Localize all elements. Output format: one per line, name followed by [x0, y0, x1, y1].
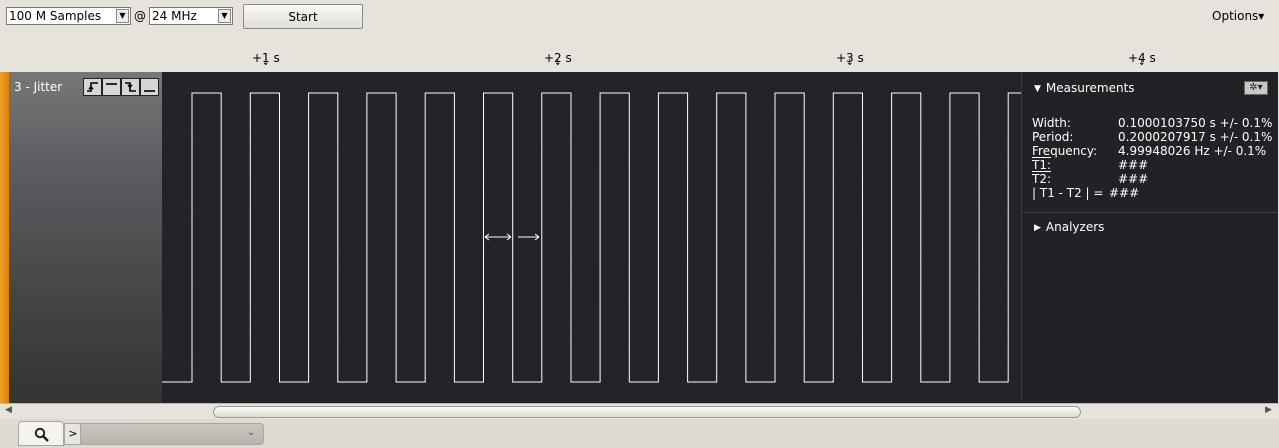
falling-edge-icon [125, 82, 136, 92]
search-tab[interactable] [18, 421, 64, 446]
scrollbar-thumb[interactable] [213, 406, 1081, 418]
search-icon [34, 427, 49, 442]
chevron-right-icon: > [68, 427, 78, 440]
channel-label-panel[interactable]: 3 - Jitter [9, 72, 162, 403]
waveform-plot[interactable] [162, 72, 1038, 403]
measurement-value: ### [1118, 172, 1149, 186]
measurement-label: Period: [1032, 130, 1074, 144]
square-wave-path [162, 92, 1038, 383]
high-level-icon [106, 83, 117, 85]
waveform-svg [162, 92, 1038, 383]
channel-name[interactable]: 3 - Jitter [14, 80, 62, 94]
falling-edge-trigger-button[interactable] [121, 78, 140, 96]
gear-icon[interactable]: ✲▾ [1244, 81, 1268, 95]
measurement-row-delta: | T1 - T2 | = ### [1032, 186, 1139, 200]
horizontal-scrollbar[interactable]: ◀ ▶ [0, 403, 1279, 419]
measurement-label: T1: [1032, 158, 1052, 172]
scroll-right-arrow-icon[interactable]: ▶ [1265, 405, 1272, 415]
samples-select-value: 100 M Samples [9, 9, 102, 23]
ruler-tick-arrow: ↓ [1138, 58, 1146, 68]
ruler-tick-arrow: ↓ [262, 58, 270, 68]
measurement-row-t2[interactable]: T2: ### [1032, 172, 1148, 186]
collapsed-triangle-icon: ▶ [1034, 223, 1041, 233]
measurement-row-width: Width: 0.1000103750 s +/- 0.1% [1032, 116, 1272, 130]
start-button[interactable]: Start [243, 4, 363, 29]
measurement-value: 0.2000207917 s +/- 0.1% [1118, 130, 1273, 144]
filter-dropdown[interactable]: ⌄ [80, 423, 264, 445]
measurement-value: ### [1118, 158, 1149, 172]
measurements-title: Measurements [1045, 81, 1135, 95]
measurement-row-t1[interactable]: T1: ### [1032, 158, 1148, 172]
time-ruler[interactable]: +1 s ↓ +2 s ↓ +3 s ↓ +4 s ↓ [0, 40, 1279, 72]
chevron-down-icon: ⌄ [247, 427, 256, 438]
measurement-label: Width: [1032, 116, 1071, 130]
measurement-label: Frequency: [1032, 144, 1098, 158]
measurement-value: ### [1109, 186, 1140, 200]
rate-select-value: 24 MHz [152, 9, 197, 23]
bottom-bar: > ⌄ [0, 419, 1279, 448]
low-level-trigger-button[interactable] [140, 78, 159, 96]
ruler-tick-arrow: ↓ [554, 58, 562, 68]
panel-divider [1022, 212, 1278, 213]
channel-color-bar [0, 72, 9, 403]
rising-edge-icon [87, 82, 98, 92]
analyzers-header[interactable]: ▶ Analyzers [1034, 220, 1104, 234]
high-level-trigger-button[interactable] [102, 78, 121, 96]
measurements-header[interactable]: ▼ Measurements [1034, 81, 1135, 95]
expanded-triangle-icon: ▼ [1034, 84, 1041, 94]
measurement-value: 4.99948026 Hz +/- 0.1% [1118, 144, 1267, 158]
at-label: @ [134, 9, 146, 23]
width-measure-arrows [484, 233, 540, 241]
measurement-row-frequency: Frequency: 4.99948026 Hz +/- 0.1% [1032, 144, 1266, 158]
samples-select[interactable]: 100 M Samples ▼ [6, 7, 131, 25]
scroll-left-arrow-icon[interactable]: ◀ [5, 405, 12, 415]
measurement-label: T2: [1032, 172, 1052, 186]
measurement-row-period: Period: 0.2000207917 s +/- 0.1% [1032, 130, 1272, 144]
waveform-trace [162, 92, 1038, 383]
chevron-down-icon: ▼ [116, 9, 129, 23]
analyzers-title: Analyzers [1045, 220, 1105, 234]
chevron-down-icon: ▼ [218, 9, 231, 23]
measurement-value: 0.1000103750 s +/- 0.1% [1118, 116, 1273, 130]
trigger-buttons [83, 78, 159, 98]
low-level-icon [144, 90, 155, 92]
measurements-panel: ▼ Measurements ✲▾ Width: 0.1000103750 s +… [1021, 72, 1278, 403]
options-menu-button[interactable]: Options▾ [1212, 9, 1264, 23]
rising-edge-trigger-button[interactable] [83, 78, 102, 96]
measurement-label: | T1 - T2 | = [1032, 186, 1104, 200]
rate-select[interactable]: 24 MHz ▼ [149, 7, 233, 25]
ruler-tick-arrow: ↓ [846, 58, 854, 68]
